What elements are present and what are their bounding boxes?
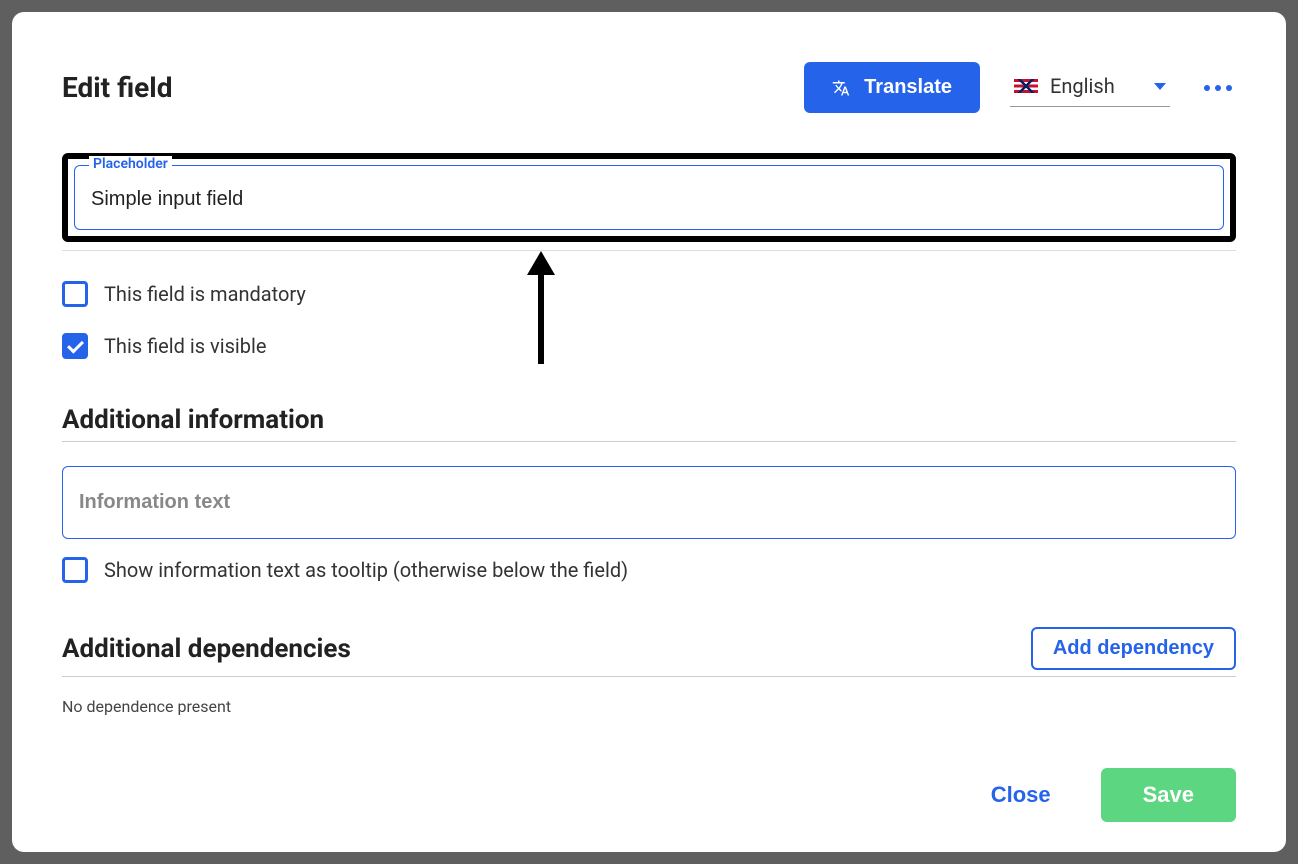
additional-info-heading: Additional information: [62, 405, 1236, 435]
translate-icon: [832, 79, 850, 97]
placeholder-field[interactable]: Placeholder: [74, 165, 1224, 230]
no-dependencies-text: No dependence present: [62, 697, 1236, 716]
tooltip-label: Show information text as tooltip (otherw…: [104, 558, 628, 582]
modal-title: Edit field: [62, 71, 172, 104]
placeholder-input[interactable]: [91, 188, 1207, 211]
edit-field-modal: Edit field Translate English Placeholder: [12, 12, 1286, 852]
additional-deps-heading: Additional dependencies: [62, 634, 351, 664]
mandatory-checkbox-row: This field is mandatory: [62, 281, 1236, 307]
visible-checkbox[interactable]: [62, 333, 88, 359]
tooltip-checkbox-row: Show information text as tooltip (otherw…: [62, 557, 1236, 583]
mandatory-checkbox[interactable]: [62, 281, 88, 307]
divider: [62, 676, 1236, 677]
dots-icon: [1204, 85, 1210, 91]
visible-label: This field is visible: [104, 334, 266, 358]
language-selector[interactable]: English: [1010, 68, 1170, 107]
divider: [62, 250, 1236, 251]
information-text-input[interactable]: [62, 466, 1236, 539]
more-options-button[interactable]: [1200, 81, 1236, 95]
chevron-down-icon: [1154, 83, 1166, 90]
save-button[interactable]: Save: [1101, 768, 1236, 822]
tooltip-checkbox[interactable]: [62, 557, 88, 583]
header-actions: Translate English: [804, 62, 1236, 113]
visible-checkbox-row: This field is visible: [62, 333, 1236, 359]
mandatory-label: This field is mandatory: [104, 282, 306, 306]
translate-button[interactable]: Translate: [804, 62, 980, 113]
modal-header: Edit field Translate English: [62, 62, 1236, 113]
add-dependency-button[interactable]: Add dependency: [1031, 627, 1236, 670]
placeholder-field-label: Placeholder: [89, 156, 172, 172]
translate-label: Translate: [864, 76, 952, 99]
uk-flag-icon: [1014, 79, 1038, 93]
language-label: English: [1050, 74, 1142, 98]
placeholder-highlight-annotation: Placeholder: [62, 153, 1236, 242]
close-button[interactable]: Close: [991, 782, 1051, 808]
deps-header: Additional dependencies Add dependency: [62, 627, 1236, 670]
divider: [62, 441, 1236, 442]
modal-footer: Close Save: [62, 738, 1236, 822]
